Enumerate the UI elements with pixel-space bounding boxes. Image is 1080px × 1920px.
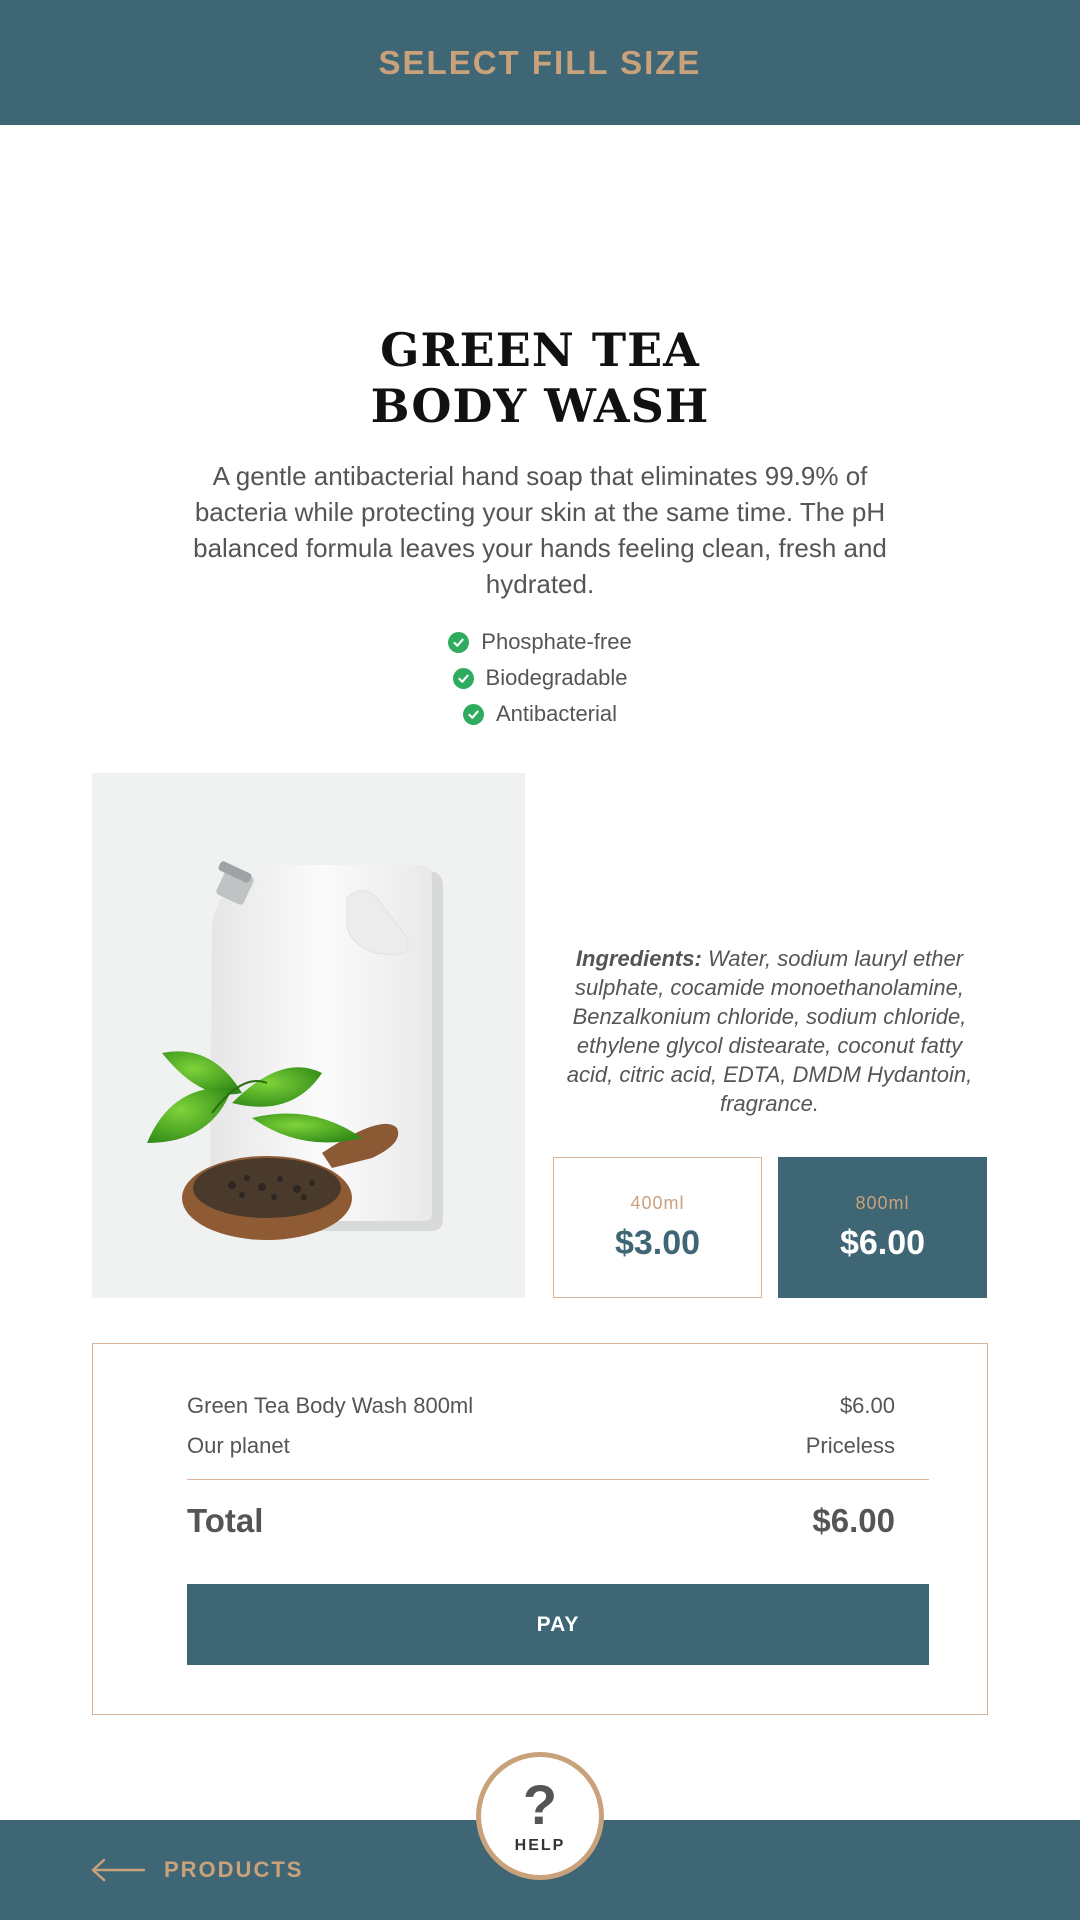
pay-button[interactable]: PAY	[187, 1584, 929, 1665]
check-circle-icon	[462, 703, 484, 725]
order-line: Our planet Priceless	[187, 1433, 895, 1459]
size-label: 400ml	[630, 1192, 685, 1213]
product-image	[92, 773, 525, 1298]
order-line-value: $6.00	[839, 1393, 895, 1418]
total-value: $6.00	[812, 1502, 895, 1539]
size-option-400ml[interactable]: 400ml $3.00	[553, 1157, 762, 1298]
order-line-name: Our planet	[187, 1433, 290, 1458]
arrow-left-icon	[91, 1858, 146, 1882]
size-price: $6.00	[839, 1223, 926, 1262]
feature-list: Phosphate-free Biodegradable Antibacteri…	[0, 624, 1080, 732]
product-title-line2: BODY WASH	[370, 379, 710, 433]
feature-label: Biodegradable	[485, 665, 628, 690]
feature-item: Phosphate-free	[0, 624, 1080, 660]
product-title: GREEN TEA BODY WASH	[0, 322, 1080, 434]
order-line-name: Green Tea Body Wash 800ml	[187, 1393, 474, 1418]
back-to-products-link[interactable]: PRODUCTS	[90, 1849, 303, 1891]
header-bar: SELECT FILL SIZE	[0, 0, 1080, 125]
order-divider	[187, 1479, 929, 1480]
size-price: $3.00	[614, 1223, 701, 1262]
ingredients-text: Ingredients: Water, sodium lauryl ether …	[552, 944, 987, 1118]
order-line: Green Tea Body Wash 800ml $6.00	[187, 1393, 895, 1419]
check-circle-icon	[452, 667, 474, 689]
ingredients-list: Water, sodium lauryl ether sulphate, coc…	[566, 946, 973, 1116]
feature-item: Biodegradable	[0, 660, 1080, 696]
total-label: Total	[187, 1502, 264, 1539]
product-description: A gentle antibacterial hand soap that el…	[193, 461, 887, 599]
order-summary: Green Tea Body Wash 800ml $6.00 Our plan…	[92, 1343, 988, 1715]
size-option-800ml[interactable]: 800ml $6.00	[778, 1157, 987, 1298]
product-title-line1: GREEN TEA	[380, 323, 700, 377]
feature-label: Antibacterial	[495, 701, 618, 726]
size-label: 800ml	[855, 1192, 910, 1213]
question-mark-icon: ?	[522, 1773, 558, 1836]
page-title: SELECT FILL SIZE	[378, 43, 702, 81]
help-button[interactable]: ? HELP	[476, 1752, 604, 1880]
help-label: HELP	[514, 1837, 566, 1854]
feature-label: Phosphate-free	[481, 629, 632, 654]
feature-item: Antibacterial	[0, 696, 1080, 732]
back-label: PRODUCTS	[164, 1857, 304, 1882]
check-circle-icon	[448, 631, 470, 653]
order-total: Total $6.00	[187, 1502, 895, 1540]
order-line-value: Priceless	[805, 1433, 895, 1458]
ingredients-label: Ingredients:	[575, 946, 702, 971]
